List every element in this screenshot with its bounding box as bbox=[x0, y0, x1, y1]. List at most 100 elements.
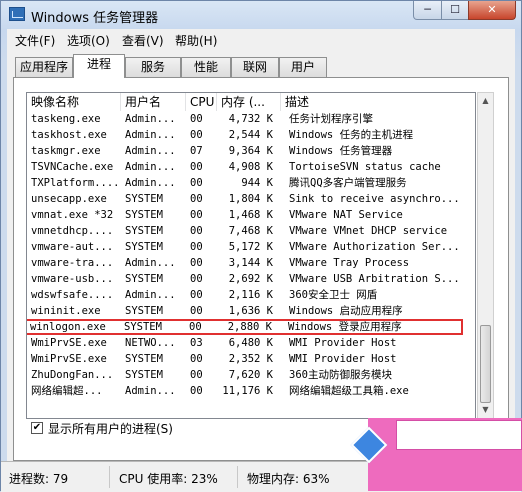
process-cpu-cell: 00 bbox=[189, 321, 202, 333]
show-all-users-label[interactable]: 显示所有用户的进程(S) bbox=[48, 420, 173, 437]
status-cpu-usage: CPU 使用率: 23% bbox=[119, 472, 218, 486]
process-name-cell: wininit.exe bbox=[31, 305, 101, 317]
process-name-cell: vmware-aut... bbox=[31, 241, 114, 253]
tab-users[interactable]: 用户 bbox=[279, 57, 327, 77]
table-row[interactable]: 网络编辑超... Admin... 00 11,176 K 网络编辑超级工具箱.exe bbox=[27, 383, 475, 399]
table-row[interactable]: WmiPrvSE.exe SYSTEM 00 2,352 K WMI Provider … bbox=[27, 351, 475, 367]
process-name-cell: unsecapp.exe bbox=[31, 193, 107, 205]
table-row-highlighted[interactable]: winlogon.exe SYSTEM 00 2,880 K Windows 登录应用程… bbox=[27, 319, 463, 335]
process-memory-cell: 6,480 K bbox=[228, 337, 273, 349]
tab-networking[interactable]: 联网 bbox=[231, 57, 279, 77]
process-name-cell: taskeng.exe bbox=[31, 113, 101, 125]
process-memory-cell: 9,364 K bbox=[228, 145, 273, 157]
table-row[interactable]: taskhost.exe Admin... 00 2,544 K Windows 任务的… bbox=[27, 127, 475, 143]
process-name-cell: WmiPrvSE.exe bbox=[31, 337, 107, 349]
table-row[interactable]: unsecapp.exe SYSTEM 00 1,804 K Sink to recei… bbox=[27, 191, 475, 207]
process-cpu-cell: 00 bbox=[190, 305, 203, 317]
tab-processes[interactable]: 进程 bbox=[73, 54, 125, 78]
close-button[interactable]: ✕ bbox=[468, 1, 516, 20]
column-header-memory[interactable]: 内存 (... bbox=[217, 93, 281, 111]
process-name-cell: taskmgr.exe bbox=[31, 145, 101, 157]
process-user-cell: Admin... bbox=[125, 113, 176, 125]
process-name-cell: vmnat.exe *32 bbox=[31, 209, 114, 221]
process-memory-cell: 7,620 K bbox=[228, 369, 273, 381]
show-all-users-checkbox[interactable]: ✔ bbox=[31, 422, 43, 434]
table-row[interactable]: vmnat.exe *32 SYSTEM 00 1,468 K VMware NAT S… bbox=[27, 207, 475, 223]
process-description-cell: 任务计划程序引擎 bbox=[289, 113, 373, 125]
process-user-cell: NETWO... bbox=[125, 337, 176, 349]
table-row[interactable]: TXPlatform.... Admin... 00 944 K 腾讯QQ多客户端管理服… bbox=[27, 175, 475, 191]
process-user-cell: Admin... bbox=[125, 129, 176, 141]
table-row[interactable]: vmware-tra... Admin... 00 3,144 K VMware Tra… bbox=[27, 255, 475, 271]
process-user-cell: SYSTEM bbox=[125, 273, 163, 285]
watermark-panel bbox=[396, 420, 522, 450]
process-name-cell: WmiPrvSE.exe bbox=[31, 353, 107, 365]
minimize-button[interactable]: ─ bbox=[413, 1, 442, 20]
process-cpu-cell: 00 bbox=[190, 113, 203, 125]
vertical-scrollbar[interactable]: ▲ ▼ bbox=[477, 92, 494, 419]
process-user-cell: SYSTEM bbox=[125, 369, 163, 381]
process-cpu-cell: 00 bbox=[190, 225, 203, 237]
process-cpu-cell: 00 bbox=[190, 369, 203, 381]
table-row[interactable]: vmware-aut... SYSTEM 00 5,172 K VMware Autho… bbox=[27, 239, 475, 255]
window-title: Windows 任务管理器 bbox=[31, 11, 159, 26]
process-description-cell: VMware Authorization Ser... bbox=[289, 241, 460, 253]
task-manager-icon bbox=[9, 7, 25, 21]
menu-help[interactable]: 帮助(H) bbox=[175, 32, 217, 49]
process-cpu-cell: 00 bbox=[190, 289, 203, 301]
process-description-cell: VMware USB Arbitration S... bbox=[289, 273, 460, 285]
table-row[interactable]: wininit.exe SYSTEM 00 1,636 K Windows 启动应用程序 bbox=[27, 303, 475, 319]
process-name-cell: ZhuDongFan... bbox=[31, 369, 114, 381]
column-header-cpu[interactable]: CPU bbox=[186, 93, 217, 111]
process-cpu-cell: 00 bbox=[190, 177, 203, 189]
process-memory-cell: 944 K bbox=[241, 177, 273, 189]
process-memory-cell: 2,692 K bbox=[228, 273, 273, 285]
scroll-up-arrow-icon[interactable]: ▲ bbox=[478, 93, 493, 109]
table-row[interactable]: TSVNCache.exe Admin... 00 4,908 K TortoiseSV… bbox=[27, 159, 475, 175]
process-memory-cell: 11,176 K bbox=[222, 385, 273, 397]
process-description-cell: Sink to receive asynchro... bbox=[289, 193, 460, 205]
process-user-cell: Admin... bbox=[125, 161, 176, 173]
table-row[interactable]: ZhuDongFan... SYSTEM 00 7,620 K 360主动防御服务模块 bbox=[27, 367, 475, 383]
process-name-cell: 网络编辑超... bbox=[31, 385, 103, 397]
process-description-cell: VMware Tray Process bbox=[289, 257, 410, 269]
column-header-user-name[interactable]: 用户名 bbox=[121, 93, 186, 111]
process-user-cell: Admin... bbox=[125, 289, 176, 301]
maximize-button[interactable]: ☐ bbox=[441, 1, 469, 20]
table-row[interactable]: WmiPrvSE.exe NETWO... 03 6,480 K WMI Provide… bbox=[27, 335, 475, 351]
column-header-description[interactable]: 描述 bbox=[281, 93, 475, 111]
process-memory-cell: 7,468 K bbox=[228, 225, 273, 237]
process-list[interactable]: 映像名称 用户名 CPU 内存 (... 描述 taskeng.exe Admin… bbox=[26, 92, 476, 419]
process-description-cell: Windows 任务管理器 bbox=[289, 145, 393, 157]
process-memory-cell: 1,636 K bbox=[228, 305, 273, 317]
process-memory-cell: 2,352 K bbox=[228, 353, 273, 365]
process-cpu-cell: 00 bbox=[190, 129, 203, 141]
process-description-cell: Windows 启动应用程序 bbox=[289, 305, 403, 317]
process-description-cell: VMware NAT Service bbox=[289, 209, 403, 221]
menu-file[interactable]: 文件(F) bbox=[15, 32, 55, 49]
tab-performance[interactable]: 性能 bbox=[181, 57, 231, 77]
table-row[interactable]: taskmgr.exe Admin... 07 9,364 K Windows 任务管理… bbox=[27, 143, 475, 159]
menu-view[interactable]: 查看(V) bbox=[122, 32, 164, 49]
process-name-cell: vmware-usb... bbox=[31, 273, 114, 285]
process-cpu-cell: 00 bbox=[190, 353, 203, 365]
tab-applications[interactable]: 应用程序 bbox=[15, 57, 73, 77]
table-row[interactable]: vmnetdhcp.... SYSTEM 00 7,468 K VMware VMnet… bbox=[27, 223, 475, 239]
process-description-cell: Windows 登录应用程序 bbox=[288, 321, 402, 333]
table-row[interactable]: wdswfsafe.... Admin... 00 2,116 K 360安全卫士 网盾 bbox=[27, 287, 475, 303]
status-physical-memory: 物理内存: 63% bbox=[247, 472, 330, 486]
title-bar[interactable]: Windows 任务管理器 ─ ☐ ✕ bbox=[1, 1, 521, 29]
scroll-down-arrow-icon[interactable]: ▼ bbox=[478, 402, 493, 418]
process-memory-cell: 2,880 K bbox=[227, 321, 272, 333]
process-description-cell: WMI Provider Host bbox=[289, 337, 397, 349]
process-memory-cell: 3,144 K bbox=[228, 257, 273, 269]
menu-options[interactable]: 选项(O) bbox=[67, 32, 110, 49]
scroll-thumb[interactable] bbox=[480, 325, 491, 403]
table-row[interactable]: vmware-usb... SYSTEM 00 2,692 K VMware USB A… bbox=[27, 271, 475, 287]
tab-services[interactable]: 服务 bbox=[125, 57, 181, 77]
process-user-cell: Admin... bbox=[125, 257, 176, 269]
column-header-image-name[interactable]: 映像名称 bbox=[27, 93, 121, 111]
process-name-cell: wdswfsafe.... bbox=[31, 289, 114, 301]
process-user-cell: SYSTEM bbox=[125, 241, 163, 253]
table-row[interactable]: taskeng.exe Admin... 00 4,732 K 任务计划程序引擎 bbox=[27, 111, 475, 127]
